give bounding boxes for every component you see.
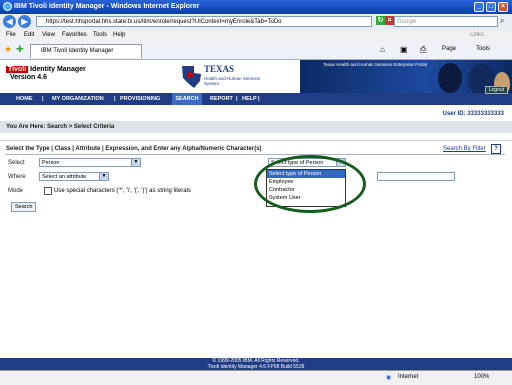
links-label: Links	[470, 32, 485, 38]
menu-favorites[interactable]: Favorites	[62, 32, 87, 38]
search-by-filter-link[interactable]: Search By Filter	[443, 146, 486, 152]
forward-icon[interactable]: ▶	[18, 15, 31, 28]
ie-icon	[3, 2, 12, 11]
nav-home[interactable]: HOME	[16, 96, 33, 102]
portal-banner: Texas Health and Human Services Enterpri…	[300, 60, 512, 93]
home-icon[interactable]: ⌂	[380, 45, 385, 54]
tab-toolbar: ★ ✚ IBM Tivoli Identity Manager ⌂ ▣ ⎙ Pa…	[0, 41, 512, 60]
object-type-select[interactable]: Person ▼	[39, 158, 141, 167]
feeds-icon[interactable]: ▣	[400, 45, 408, 54]
breadcrumb: You Are Here: Search > Select Criteria	[0, 121, 512, 133]
browser-tab[interactable]: IBM Tivoli Identity Manager	[30, 44, 142, 58]
zone-label: Internet	[398, 374, 419, 380]
banner: Tivoli Identity Manager Version 4.6 TEXA…	[0, 60, 512, 93]
help-icon[interactable]: ?	[491, 144, 501, 154]
select-label: Select	[8, 160, 25, 166]
nav-provisioning[interactable]: PROVISIONING	[120, 96, 160, 102]
menu-edit[interactable]: Edit	[24, 32, 34, 38]
window-titlebar: IBM Tivoli Identity Manager - Windows In…	[0, 0, 512, 14]
back-icon[interactable]: ◀	[3, 15, 16, 28]
globe-icon: ◉	[386, 375, 392, 381]
maximize-button[interactable]: □	[486, 2, 496, 12]
nav-help[interactable]: HELP	[242, 96, 257, 102]
nav-report[interactable]: REPORT	[210, 96, 233, 102]
address-toolbar: ◀ ▶ https://test.hhsportal.hhs.state.tx.…	[0, 14, 512, 30]
divider	[5, 154, 505, 155]
menu-bar: File Edit View Favorites Tools Help Link…	[0, 30, 512, 41]
zoom-level[interactable]: 100%	[474, 374, 489, 380]
page-menu[interactable]: Page	[442, 46, 456, 52]
attribute-select[interactable]: Select an attribute ▼	[39, 172, 109, 181]
where-label: Where	[8, 174, 26, 180]
nav-search[interactable]: SEARCH	[172, 93, 202, 105]
texas-subtitle: Health and Human Services System	[204, 76, 261, 86]
annotation-circle	[254, 155, 366, 213]
user-id: User ID: 33333333333	[442, 111, 504, 117]
special-chars-label: Use special characters ('*', '\', '(', '…	[54, 188, 191, 194]
tivoli-logo: Tivoli Identity Manager Version 4.6	[6, 66, 86, 81]
window-title: IBM Tivoli Identity Manager - Windows In…	[14, 3, 200, 10]
menu-file[interactable]: File	[6, 32, 16, 38]
nav-bar: HOME | MY ORGANIZATION | PROVISIONING SE…	[0, 86, 512, 105]
nav-my-organization[interactable]: MY ORGANIZATION	[52, 96, 104, 102]
chevron-down-icon: ▼	[131, 159, 140, 166]
mode-label: Mode	[8, 188, 24, 194]
status-bar: ◉ Internet 100%	[0, 370, 512, 385]
instructions: Select the Type | Class | Attribute | Ex…	[6, 146, 262, 152]
menu-tools[interactable]: Tools	[93, 32, 107, 38]
favorites-star-icon[interactable]: ★	[4, 44, 12, 55]
chevron-down-icon: ▼	[99, 173, 108, 180]
print-icon[interactable]: ⎙	[420, 45, 426, 55]
menu-view[interactable]: View	[42, 32, 55, 38]
divider	[0, 140, 512, 141]
special-chars-checkbox[interactable]	[44, 187, 52, 195]
select-row: Select Person ▼ Select type of Person ▼	[5, 158, 505, 169]
logout-button[interactable]: Logout	[484, 86, 508, 94]
add-favorite-icon[interactable]: ✚	[16, 44, 24, 55]
url-field[interactable]: https://test.hhsportal.hhs.state.tx.us/i…	[36, 16, 372, 27]
minimize-button[interactable]: _	[474, 2, 484, 12]
tools-menu[interactable]: Tools	[476, 46, 490, 52]
stop-icon[interactable]: ×	[385, 16, 394, 25]
search-value-input[interactable]	[377, 172, 455, 181]
portal-title: Texas Health and Human Services Enterpri…	[323, 62, 427, 67]
search-input[interactable]: Google	[394, 16, 498, 27]
page-content: Tivoli Identity Manager Version 4.6 TEXA…	[0, 60, 512, 372]
texas-title: TEXAS	[204, 64, 235, 74]
refresh-icon[interactable]: ↻	[376, 16, 385, 25]
search-button[interactable]: Search	[11, 202, 37, 212]
menu-help[interactable]: Help	[113, 32, 125, 38]
close-button[interactable]: ×	[498, 2, 508, 12]
search-icon[interactable]: ⌕	[500, 16, 504, 26]
